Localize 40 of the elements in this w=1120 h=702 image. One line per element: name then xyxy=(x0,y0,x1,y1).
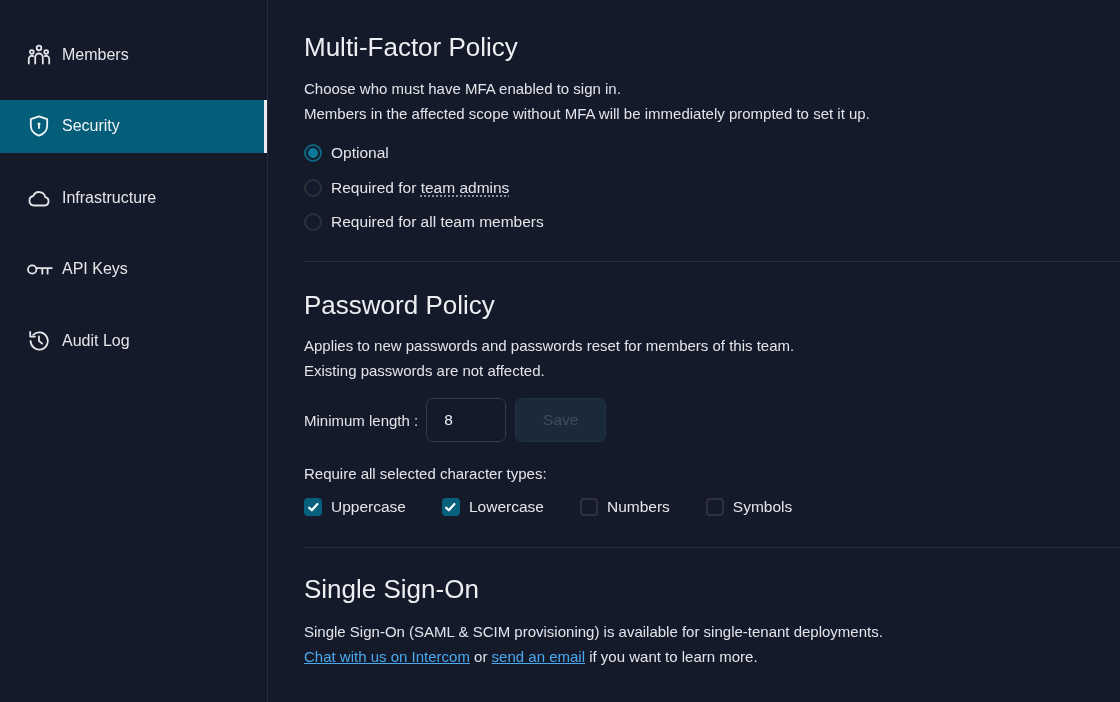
description-text: Choose who must have MFA enabled to sign in. xyxy=(304,78,621,99)
option-label: Optional xyxy=(331,144,389,163)
shield-icon xyxy=(27,114,51,138)
key-icon xyxy=(27,262,53,276)
option-label: Required for xyxy=(331,178,417,197)
history-icon xyxy=(27,328,51,353)
chat-link[interactable]: Chat with us on Intercom xyxy=(304,647,470,665)
nav-item[interactable]: Members xyxy=(0,28,267,81)
nav-item[interactable]: API Keys xyxy=(0,242,267,296)
radio-button[interactable] xyxy=(304,144,322,163)
description-text: Applies to new passwords and passwords reset for members of this team. xyxy=(304,336,795,356)
checkbox[interactable] xyxy=(579,498,598,516)
nav-item[interactable]: Security xyxy=(0,99,267,153)
description-text: Single Sign-On (SAML & SCIM provisioning) is available for single-tenant deployments. xyxy=(304,621,883,642)
option-label: Numbers xyxy=(606,498,670,516)
check-icon xyxy=(445,502,457,512)
description-text: Existing passwords are not affected. xyxy=(304,361,545,381)
radio-button[interactable] xyxy=(304,213,322,232)
checkbox[interactable] xyxy=(705,498,724,516)
section-heading: Multi-Factor Policy xyxy=(304,31,518,63)
email-link[interactable]: send an email xyxy=(491,647,585,665)
contact-text: Chat with us on Intercom or send an email if you want to learn more. xyxy=(304,646,758,667)
nav-item[interactable]: Infrastructure xyxy=(0,171,267,224)
nav-item[interactable]: Audit Log xyxy=(0,314,267,367)
section-heading: Single Sign-On xyxy=(304,573,479,605)
instruction-text: Require all selected character types: xyxy=(304,463,547,484)
field-label: Minimum length : xyxy=(304,411,419,429)
glossary-term[interactable]: team admins xyxy=(420,178,510,197)
radio-button[interactable] xyxy=(304,178,322,197)
description-text: Members in the affected scope without MFA will be immediately prompted to set it up. xyxy=(304,103,870,124)
option-label: Uppercase xyxy=(331,498,406,516)
people-icon xyxy=(27,42,51,67)
option-label: Required for all team members xyxy=(331,213,544,232)
option-label: Lowercase xyxy=(468,498,544,516)
min-length-field[interactable]: 8 xyxy=(426,398,507,442)
checkbox[interactable] xyxy=(304,498,322,516)
section-heading: Password Policy xyxy=(304,288,495,321)
check-icon xyxy=(307,502,319,512)
option-label: Symbols xyxy=(732,498,793,516)
checkbox[interactable] xyxy=(441,498,460,516)
